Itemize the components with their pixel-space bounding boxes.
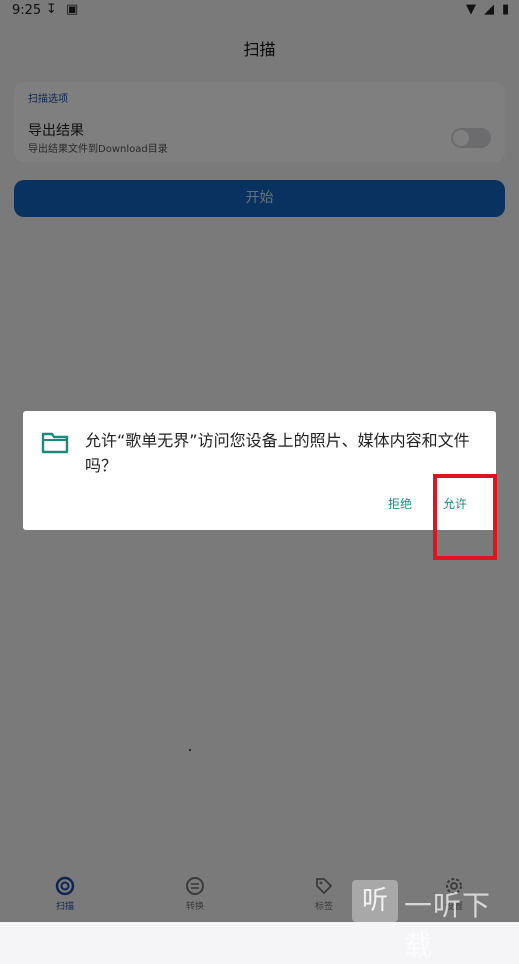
deny-button[interactable]: 拒绝 <box>388 495 412 512</box>
dialog-message: 允许“歌单无界”访问您设备上的照片、媒体内容和文件吗？ <box>85 431 470 475</box>
permission-dialog: 允许“歌单无界”访问您设备上的照片、媒体内容和文件吗？ 拒绝 允许 <box>23 411 496 530</box>
folder-icon <box>41 432 69 454</box>
watermark-text: 一听下载 <box>404 889 492 962</box>
watermark-logo: 听 <box>352 880 398 922</box>
watermark: 听 一听下载 <box>352 880 517 962</box>
highlight-box <box>433 474 497 560</box>
